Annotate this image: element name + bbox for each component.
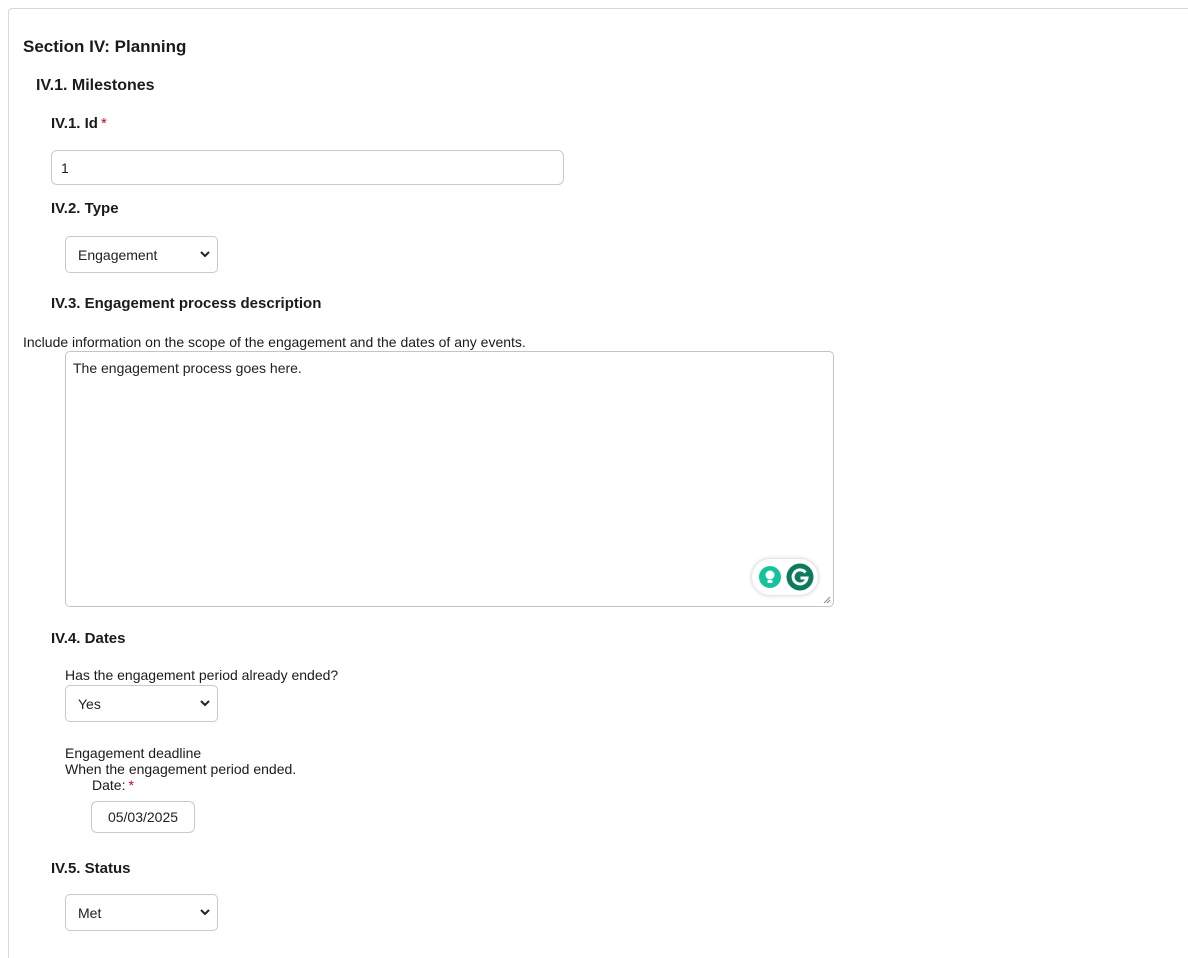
ended-select-value: Yes	[78, 696, 101, 712]
required-marker: *	[128, 777, 134, 793]
description-help-text: Include information on the scope of the …	[23, 334, 526, 350]
required-marker: *	[100, 115, 107, 132]
status-field-label: IV.5. Status	[51, 860, 131, 877]
date-label: Date: *	[92, 777, 134, 793]
description-text: The engagement process goes here.	[73, 360, 302, 376]
resize-handle-icon[interactable]	[823, 596, 831, 604]
ended-select[interactable]: Yes	[65, 685, 218, 722]
type-select[interactable]: Engagement	[65, 236, 218, 273]
ended-question: Has the engagement period already ended?	[65, 667, 339, 683]
status-select-value: Met	[78, 905, 102, 921]
type-field-label: IV.2. Type	[51, 200, 119, 217]
grammarly-widget[interactable]	[752, 559, 818, 595]
dates-field-label: IV.4. Dates	[51, 630, 126, 647]
status-select[interactable]: Met	[65, 894, 218, 931]
id-field-label: IV.1. Id *	[51, 115, 107, 132]
description-textarea[interactable]: The engagement process goes here.	[65, 351, 834, 607]
id-label-text: IV.1. Id	[51, 115, 98, 132]
lightbulb-icon[interactable]	[758, 565, 782, 589]
subsection-title: IV.1. Milestones	[36, 77, 155, 94]
chevron-down-icon	[200, 700, 210, 707]
deadline-help: When the engagement period ended.	[65, 761, 297, 777]
date-input[interactable]: 05/03/2025	[91, 801, 195, 833]
chevron-down-icon	[200, 909, 210, 916]
grammarly-logo-icon[interactable]	[786, 563, 814, 591]
description-field-label: IV.3. Engagement process description	[51, 295, 322, 312]
section-title: Section IV: Planning	[23, 37, 187, 56]
date-label-text: Date:	[92, 777, 126, 793]
id-input[interactable]	[51, 150, 564, 185]
chevron-down-icon	[200, 251, 210, 258]
deadline-label: Engagement deadline	[65, 745, 202, 761]
type-select-value: Engagement	[78, 247, 158, 263]
